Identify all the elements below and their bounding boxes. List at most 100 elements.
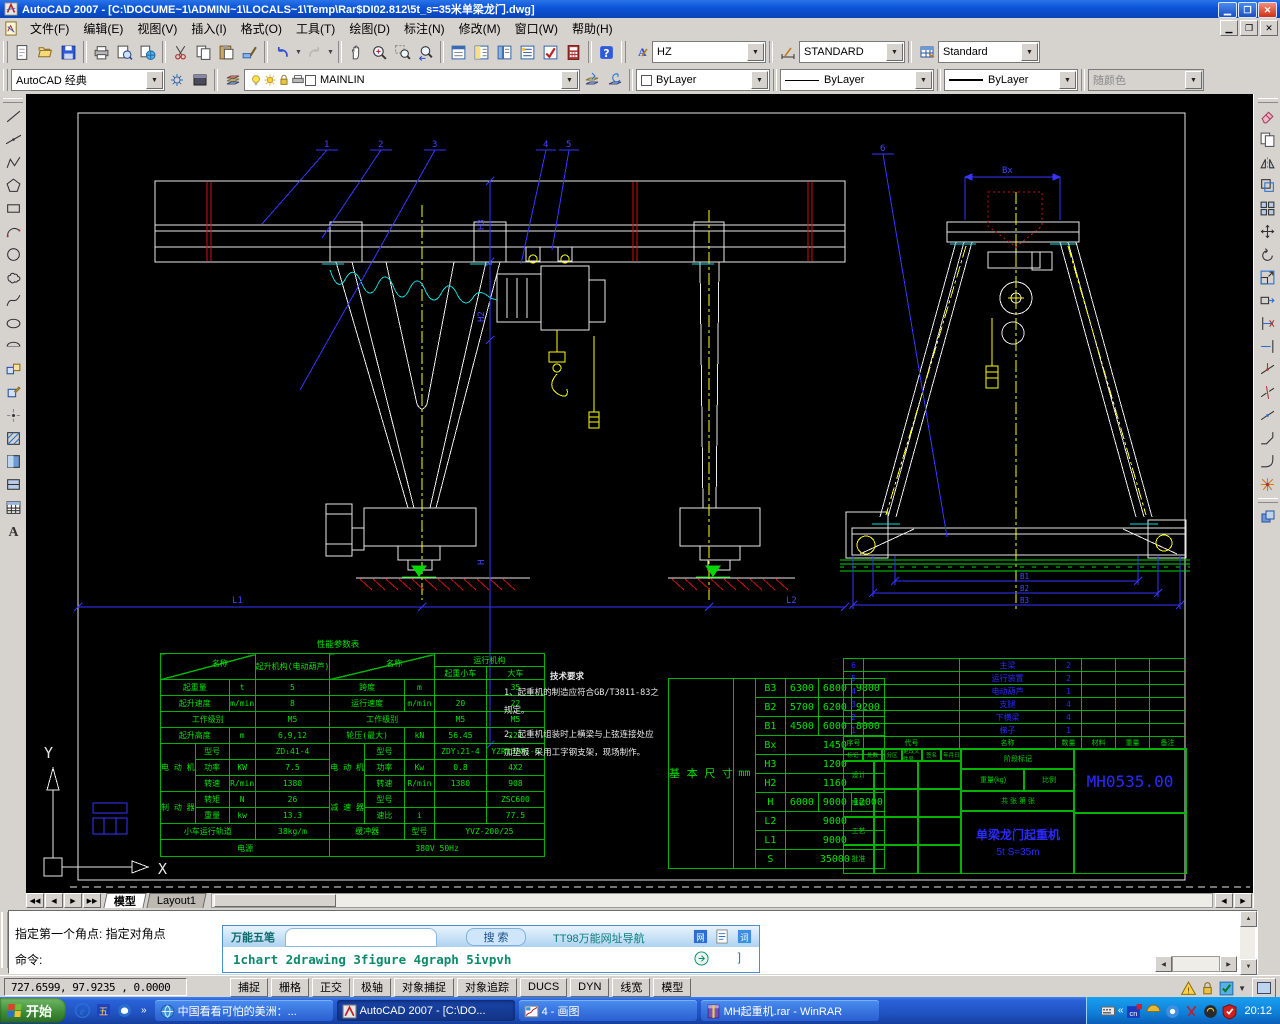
line-button[interactable] xyxy=(2,105,25,128)
status-menu-arrow-icon[interactable]: ▼ xyxy=(1238,984,1246,993)
help-button[interactable]: ? xyxy=(595,41,618,64)
internet-explorer-button[interactable]: e xyxy=(74,1002,92,1020)
doc-close-button[interactable]: ✕ xyxy=(1260,20,1278,36)
scroll-left-icon[interactable]: ◀ xyxy=(1155,956,1172,972)
first-tab-button[interactable]: ◀◀ xyxy=(26,893,44,908)
pan-button[interactable] xyxy=(345,41,368,64)
prev-tab-button[interactable]: ◀ xyxy=(45,893,63,908)
doc-restore-button[interactable]: ❐ xyxy=(1240,20,1258,36)
ellipse-arc-button[interactable] xyxy=(2,335,25,358)
ime-search-button[interactable]: 搜 索 xyxy=(466,928,526,946)
trim-button[interactable] xyxy=(1256,312,1279,335)
wubi-input-button[interactable]: 五 xyxy=(95,1002,113,1020)
minimize-button[interactable]: ▁ xyxy=(1218,2,1237,18)
spline-button[interactable] xyxy=(2,289,25,312)
toolbar-lock-icon[interactable] xyxy=(1199,980,1216,997)
revision-cloud-button[interactable] xyxy=(2,266,25,289)
move-button[interactable] xyxy=(1256,220,1279,243)
tray-shield-icon[interactable] xyxy=(1221,1003,1237,1019)
new-button[interactable] xyxy=(11,41,34,64)
zoom-previous-button[interactable] xyxy=(414,41,437,64)
plot-preview-button[interactable] xyxy=(113,41,136,64)
hatch-button[interactable] xyxy=(2,427,25,450)
color-select[interactable]: ByLayer▼ xyxy=(636,69,770,91)
clock[interactable]: 20:12 xyxy=(1244,1005,1272,1017)
extend-button[interactable] xyxy=(1256,335,1279,358)
status-toggle-ortho[interactable]: 正交 xyxy=(312,978,350,997)
horizontal-scrollbar[interactable] xyxy=(211,893,1213,908)
quicklaunch-overflow-icon[interactable]: » xyxy=(141,1005,147,1016)
chamfer-button[interactable] xyxy=(1256,427,1279,450)
status-toggle-osnap[interactable]: 对象捕捉 xyxy=(394,978,454,997)
last-tab-button[interactable]: ▶▶ xyxy=(83,893,101,908)
tray-umbrella-icon[interactable] xyxy=(1145,1003,1161,1019)
dropdown-arrow-icon[interactable]: ▼ xyxy=(747,43,764,61)
messenger-button[interactable] xyxy=(116,1002,134,1020)
redo-dropdown-icon[interactable]: ▼ xyxy=(326,49,335,56)
ime-candidates[interactable]: 1chart 2drawing 3figure 4graph 5ivpvh xyxy=(233,952,511,967)
tray-dark-tool-icon[interactable] xyxy=(1202,1003,1218,1019)
match-properties-button[interactable] xyxy=(238,41,261,64)
toolbar-grip[interactable] xyxy=(3,69,8,91)
array-button[interactable] xyxy=(1256,197,1279,220)
menu-tools[interactable]: 工具(T) xyxy=(289,18,342,39)
ime-input[interactable] xyxy=(285,928,437,947)
status-toggle-grid[interactable]: 栅格 xyxy=(271,978,309,997)
toolbar-grip[interactable] xyxy=(1258,98,1278,103)
next-tab-button[interactable]: ▶ xyxy=(64,893,82,908)
open-button[interactable] xyxy=(34,41,57,64)
menu-help[interactable]: 帮助(H) xyxy=(565,18,620,39)
tray-scissors-icon[interactable] xyxy=(1183,1003,1199,1019)
fillet-button[interactable] xyxy=(1256,450,1279,473)
dropdown-arrow-icon[interactable]: ▼ xyxy=(561,71,578,89)
polygon-button[interactable] xyxy=(2,174,25,197)
quick-calc-button[interactable] xyxy=(562,41,585,64)
tray-messenger-tray-icon[interactable] xyxy=(1164,1003,1180,1019)
drawing-area[interactable]: YX xyxy=(26,94,1253,893)
toolbar-grip[interactable] xyxy=(3,41,8,63)
make-block-button[interactable] xyxy=(2,381,25,404)
properties-button[interactable] xyxy=(447,41,470,64)
cut-button[interactable] xyxy=(169,41,192,64)
annotation-warning-icon[interactable]: ! xyxy=(1180,980,1197,997)
ime-web-icon[interactable]: 网 xyxy=(693,929,708,944)
toolbar-grip[interactable] xyxy=(3,98,23,103)
command-vscrollbar[interactable]: ▲ ▼ xyxy=(1240,911,1255,971)
point-button[interactable] xyxy=(2,404,25,427)
polyline-button[interactable] xyxy=(2,151,25,174)
tray-ime-cn-icon[interactable]: cn xyxy=(1126,1003,1142,1019)
explode-button[interactable] xyxy=(1256,473,1279,496)
lineweight-select[interactable]: ByLayer▼ xyxy=(944,69,1078,91)
title-bar[interactable]: AutoCAD 2007 - [C:\DOCUME~1\ADMINI~1\LOC… xyxy=(0,0,1280,18)
ime-bar[interactable]: 万能五笔 搜 索 TT98万能网址导航 网 词 1chart 2drawing … xyxy=(222,925,760,973)
workspace-select[interactable]: AutoCAD 经典▼ xyxy=(11,69,165,91)
menu-view[interactable]: 视图(V) xyxy=(130,18,184,39)
dropdown-arrow-icon[interactable]: ▼ xyxy=(886,43,903,61)
insert-block-button[interactable] xyxy=(2,358,25,381)
scroll-up-icon[interactable]: ▲ xyxy=(1240,911,1257,927)
menu-format[interactable]: 格式(O) xyxy=(234,18,289,39)
offset-button[interactable] xyxy=(1256,174,1279,197)
my-workspace-button[interactable] xyxy=(188,69,211,92)
coordinates-readout[interactable]: 727.6599, 97.9235 , 0.0000 xyxy=(4,978,187,996)
copy-button[interactable] xyxy=(192,41,215,64)
workspace-settings-button[interactable] xyxy=(165,69,188,92)
status-toggle-otrack[interactable]: 对象追踪 xyxy=(457,978,517,997)
rotate-button[interactable] xyxy=(1256,243,1279,266)
text-style-select[interactable]: HZ▼ xyxy=(652,41,766,63)
taskbar-task-paint[interactable]: 4 - 画图 xyxy=(519,1000,697,1021)
ime-page-icon[interactable] xyxy=(715,929,730,944)
break-button[interactable] xyxy=(1256,381,1279,404)
scroll-right-icon[interactable]: ▶ xyxy=(1220,956,1237,972)
designcenter-button[interactable] xyxy=(470,41,493,64)
dropdown-arrow-icon[interactable]: ▼ xyxy=(751,71,768,89)
table-style-select[interactable]: Standard▼ xyxy=(938,41,1040,63)
taskbar-task-autocad[interactable]: AutoCAD 2007 - [C:\DO... xyxy=(337,1000,515,1021)
restore-button[interactable]: ❐ xyxy=(1238,2,1257,18)
ime-nav-link[interactable]: TT98万能网址导航 xyxy=(553,930,645,946)
menu-edit[interactable]: 编辑(E) xyxy=(76,18,130,39)
text-style-button[interactable]: A xyxy=(629,41,652,64)
toolbar-grip[interactable] xyxy=(621,41,626,63)
copy-object-button[interactable] xyxy=(1256,128,1279,151)
save-button[interactable] xyxy=(57,41,80,64)
